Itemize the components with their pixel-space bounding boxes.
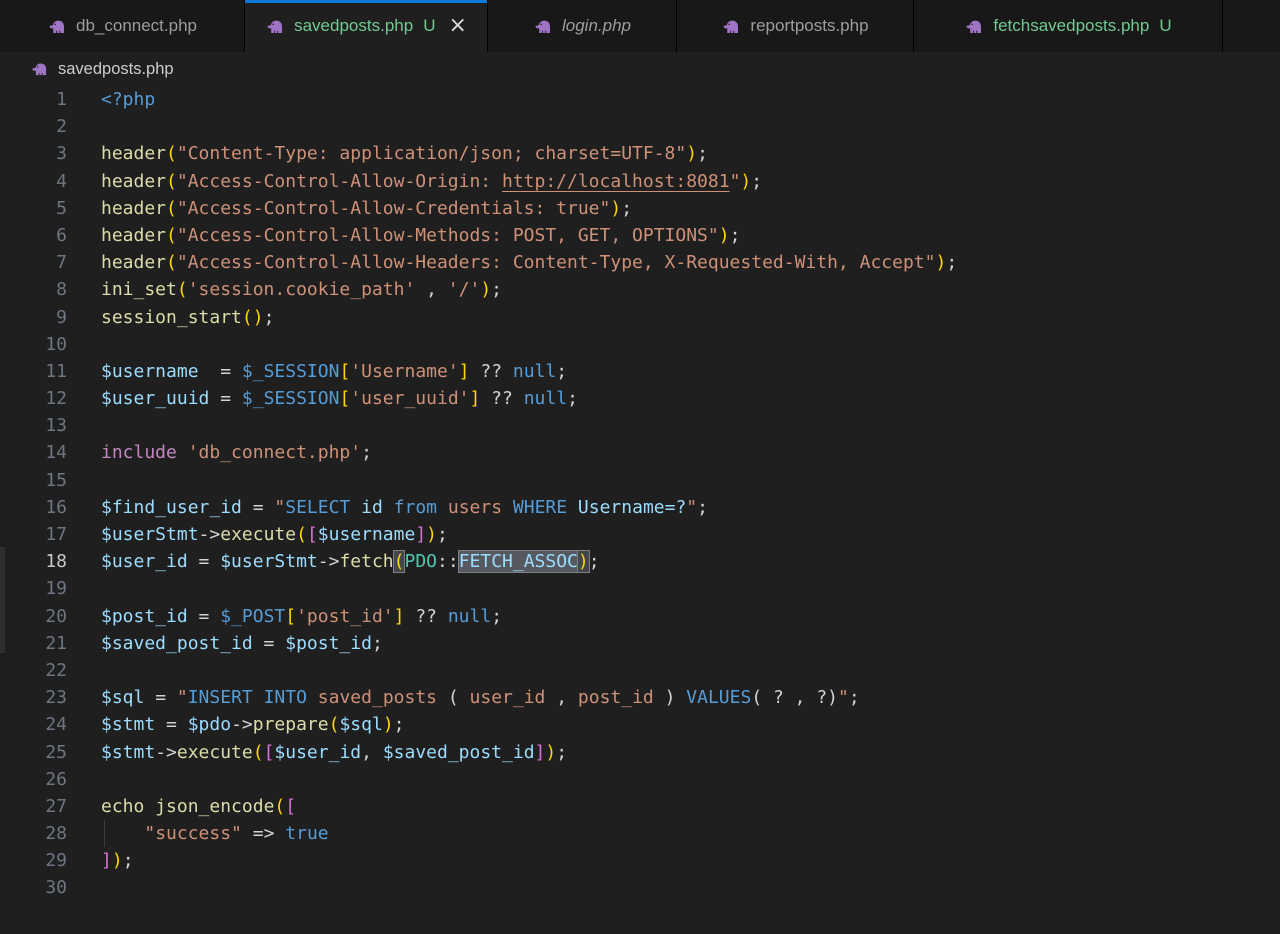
code-editor[interactable]: 1<?php23header("Content-Type: applicatio… (0, 86, 1280, 934)
line-number: 24 (0, 711, 101, 738)
php-elephant-icon (47, 18, 67, 35)
code-line[interactable]: 21$saved_post_id = $post_id; (0, 630, 1280, 657)
code-line[interactable]: 30 (0, 874, 1280, 901)
code-line[interactable]: 20$post_id = $_POST['post_id'] ?? null; (0, 603, 1280, 630)
line-number: 1 (0, 86, 101, 113)
php-elephant-icon (964, 18, 984, 35)
code-line[interactable]: 2 (0, 113, 1280, 140)
line-number: 18 (0, 548, 101, 575)
line-number: 4 (0, 168, 101, 195)
tab-label: reportposts.php (750, 16, 868, 36)
php-elephant-icon (721, 18, 741, 35)
code-line[interactable]: 9session_start(); (0, 304, 1280, 331)
line-number: 7 (0, 249, 101, 276)
code-line[interactable]: 28 "success" => true (0, 820, 1280, 847)
code-line[interactable]: 8ini_set('session.cookie_path' , '/'); (0, 276, 1280, 303)
line-number: 29 (0, 847, 101, 874)
line-number: 3 (0, 140, 101, 167)
breadcrumb-file[interactable]: savedposts.php (58, 60, 174, 79)
line-number: 15 (0, 467, 101, 494)
code-line[interactable]: 18$user_id = $userStmt->fetch(PDO::FETCH… (0, 548, 1280, 575)
tab-label: login.php (562, 16, 631, 36)
code-line[interactable]: 10 (0, 331, 1280, 358)
line-number: 17 (0, 521, 101, 548)
code-line[interactable]: 29]); (0, 847, 1280, 874)
code-line[interactable]: 1<?php (0, 86, 1280, 113)
line-number: 14 (0, 439, 101, 466)
line-number: 26 (0, 766, 101, 793)
code-lines: 1<?php23header("Content-Type: applicatio… (0, 86, 1280, 902)
code-line[interactable]: 4header("Access-Control-Allow-Origin: ht… (0, 168, 1280, 195)
code-line[interactable]: 3header("Content-Type: application/json;… (0, 140, 1280, 167)
line-number: 16 (0, 494, 101, 521)
line-number: 28 (0, 820, 101, 847)
code-line[interactable]: 14include 'db_connect.php'; (0, 439, 1280, 466)
git-untracked-badge: U (1159, 16, 1171, 36)
line-number: 5 (0, 195, 101, 222)
code-line[interactable]: 17$userStmt->execute([$username]); (0, 521, 1280, 548)
tab-label: savedposts.php (294, 16, 413, 36)
line-number: 27 (0, 793, 101, 820)
code-line[interactable]: 22 (0, 657, 1280, 684)
line-number: 6 (0, 222, 101, 249)
line-number: 22 (0, 657, 101, 684)
tab-reportposts-php[interactable]: reportposts.php (677, 0, 914, 52)
code-line[interactable]: 27echo json_encode([ (0, 793, 1280, 820)
php-elephant-icon (533, 18, 553, 35)
line-number: 23 (0, 684, 101, 711)
line-number: 2 (0, 113, 101, 140)
line-number: 19 (0, 575, 101, 602)
vscode-editor-window: { "tabs": [ {"label": "db_connect.php", … (0, 0, 1280, 934)
line-number: 9 (0, 304, 101, 331)
code-line[interactable]: 12$user_uuid = $_SESSION['user_uuid'] ??… (0, 385, 1280, 412)
left-edge-decoration (0, 547, 5, 653)
php-elephant-icon (265, 18, 285, 35)
code-line[interactable]: 5header("Access-Control-Allow-Credential… (0, 195, 1280, 222)
code-line[interactable]: 6header("Access-Control-Allow-Methods: P… (0, 222, 1280, 249)
indent-guide (104, 820, 105, 847)
tab-label: db_connect.php (76, 16, 197, 36)
code-line[interactable]: 23$sql = "INSERT INTO saved_posts ( user… (0, 684, 1280, 711)
line-number: 13 (0, 412, 101, 439)
tab-label: fetchsavedposts.php (993, 16, 1149, 36)
line-number: 11 (0, 358, 101, 385)
tab-bar: db_connect.php savedposts.php U × login.… (0, 0, 1280, 52)
tab-login-php[interactable]: login.php (488, 0, 677, 52)
tab-savedposts-php[interactable]: savedposts.php U × (245, 0, 488, 52)
code-line[interactable]: 19 (0, 575, 1280, 602)
code-line[interactable]: 24$stmt = $pdo->prepare($sql); (0, 711, 1280, 738)
tab-db-connect-php[interactable]: db_connect.php (0, 0, 245, 52)
code-line[interactable]: 16$find_user_id = "SELECT id from users … (0, 494, 1280, 521)
code-line[interactable]: 15 (0, 467, 1280, 494)
breadcrumb[interactable]: savedposts.php (0, 52, 1280, 86)
code-line[interactable]: 7header("Access-Control-Allow-Headers: C… (0, 249, 1280, 276)
git-untracked-badge: U (423, 16, 435, 36)
line-number: 21 (0, 630, 101, 657)
line-number: 8 (0, 276, 101, 303)
line-number: 20 (0, 603, 101, 630)
code-line[interactable]: 26 (0, 766, 1280, 793)
code-line[interactable]: 25$stmt->execute([$user_id, $saved_post_… (0, 739, 1280, 766)
tab-fetchsavedposts-php[interactable]: fetchsavedposts.php U (914, 0, 1223, 52)
code-line[interactable]: 13 (0, 412, 1280, 439)
close-icon[interactable]: × (448, 15, 466, 37)
php-elephant-icon (30, 61, 49, 77)
code-line[interactable]: 11$username = $_SESSION['Username'] ?? n… (0, 358, 1280, 385)
line-number: 12 (0, 385, 101, 412)
line-number: 10 (0, 331, 101, 358)
line-number: 25 (0, 739, 101, 766)
line-number: 30 (0, 874, 101, 901)
